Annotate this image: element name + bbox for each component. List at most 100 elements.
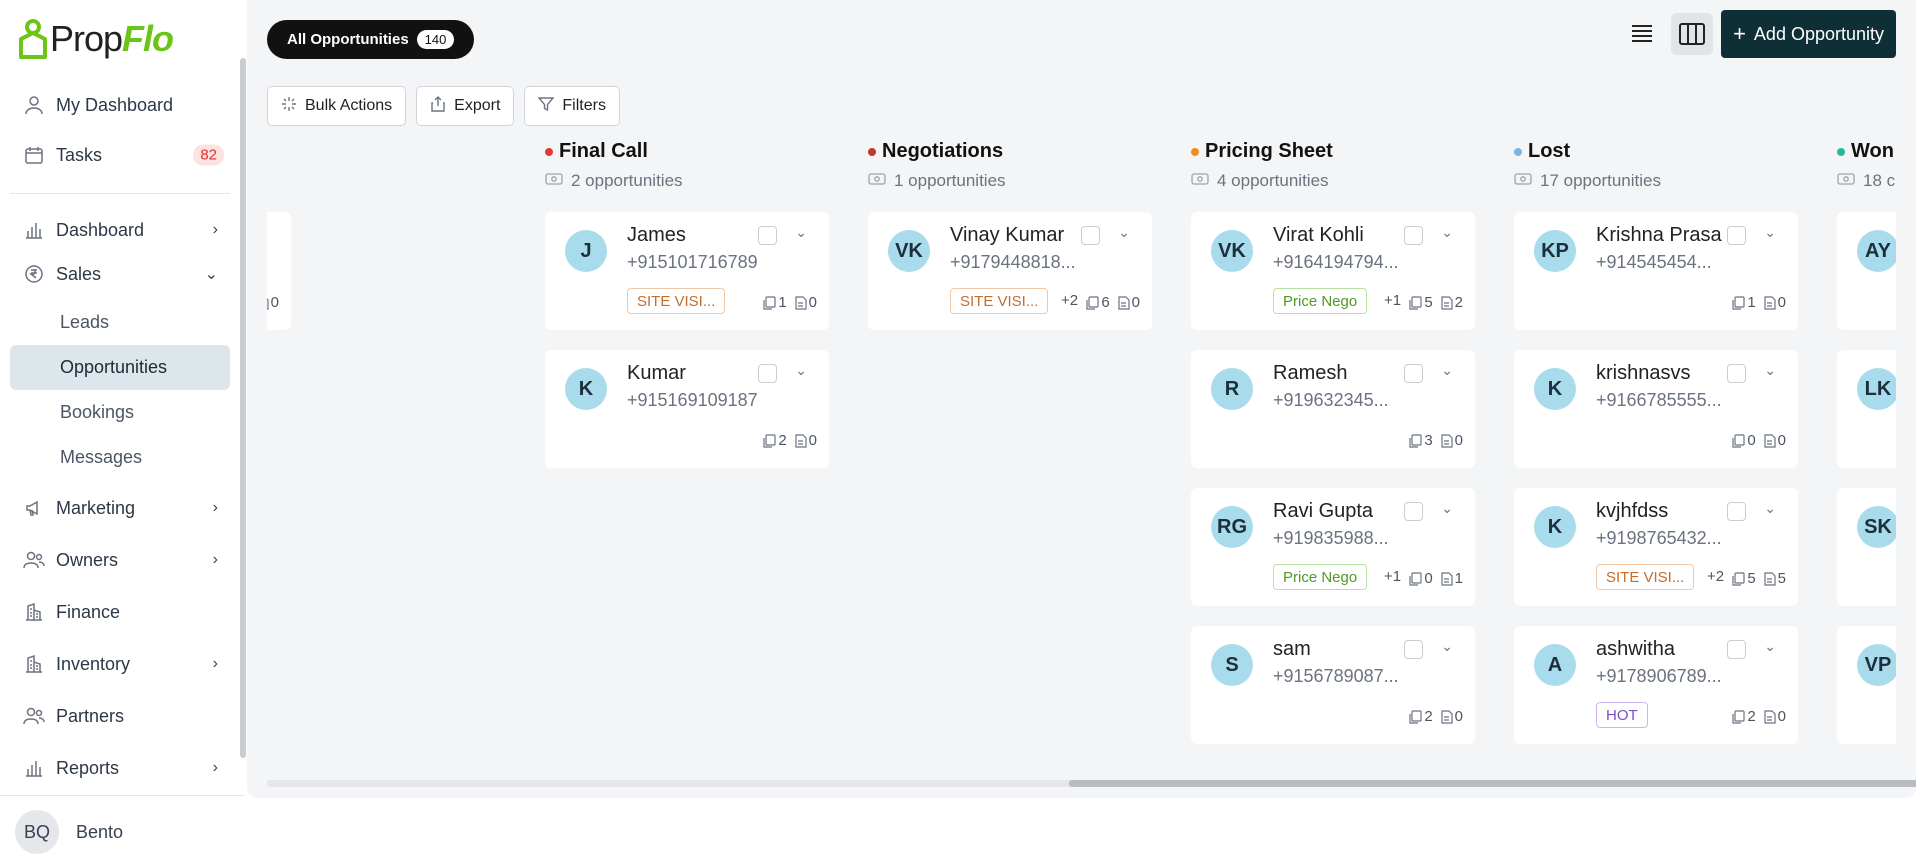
opportunity-card[interactable]: VK Virat Kohli +9164194794... ⌄ Price Nego +1… <box>1191 212 1475 330</box>
opportunity-card[interactable]: R Ramesh +919632345... ⌄ 3 0 <box>1191 350 1475 468</box>
contact-name[interactable]: ashwitha <box>1596 638 1746 661</box>
opportunity-card[interactable]: K Kumar +915169109187 ⌄ 2 0 <box>545 350 829 468</box>
sidebar-item-partners[interactable]: Partners <box>10 694 230 738</box>
sidebar-item-finance[interactable]: Finance <box>10 590 230 634</box>
filters-button[interactable]: Filters <box>524 86 620 126</box>
sidebar-item-sales[interactable]: Sales ⌄ <box>10 252 230 296</box>
contact-name[interactable]: krishnasvs <box>1596 362 1746 385</box>
opportunity-card[interactable]: VK Vinay Kumar +9179448818... ⌄ SITE VISI...… <box>868 212 1152 330</box>
sidebar-scrollbar[interactable] <box>240 58 246 758</box>
chevron-down-icon[interactable]: ⌄ <box>267 224 269 241</box>
sidebar-sub-messages[interactable]: Messages <box>10 435 230 480</box>
kanban-column: Final Call 2 opportunities J James +91510171… <box>545 130 829 468</box>
sidebar-sub-opportunities[interactable]: Opportunities <box>10 345 230 390</box>
contact-name[interactable]: Krishna Prasa <box>1596 224 1746 247</box>
export-button[interactable]: Export <box>416 86 515 126</box>
sidebar-item-inventory[interactable]: Inventory › <box>10 642 230 686</box>
card-select-checkbox[interactable] <box>1727 502 1746 521</box>
card-select-checkbox[interactable] <box>1727 364 1746 383</box>
board-horizontal-scrollbar-thumb[interactable] <box>1069 780 1916 787</box>
card-select-checkbox[interactable] <box>1404 502 1423 521</box>
status-tag: Price Nego <box>1273 288 1368 314</box>
money-icon <box>868 171 886 191</box>
opportunity-card[interactable]: J James +915101716789 ⌄ SITE VISI... 1 0 <box>545 212 829 330</box>
opportunity-card[interactable]: SK <box>1837 488 1896 606</box>
column-title-text: Pricing Sheet <box>1205 140 1333 162</box>
copies-count: 5 <box>1409 294 1433 311</box>
sidebar-item-dashboard[interactable]: Dashboard › <box>10 208 230 252</box>
card-select-checkbox[interactable] <box>758 226 777 245</box>
sidebar-item-tasks[interactable]: Tasks 82 <box>10 133 230 177</box>
contact-name[interactable]: Ravi Gupta <box>1273 500 1423 523</box>
status-dot <box>545 147 553 156</box>
columns-icon <box>1679 23 1706 45</box>
opportunity-card[interactable]: Kkrishnasvs +9166785555... ⌄ 0 0 <box>1514 350 1798 468</box>
board-view-button[interactable] <box>1671 13 1714 55</box>
user-profile[interactable]: BQ Bento <box>0 795 245 868</box>
sidebar-item-my-dashboard[interactable]: My Dashboard <box>10 83 230 127</box>
status-tag: SITE VISI... <box>950 288 1049 314</box>
column-count: 17 opportunities <box>1514 171 1798 191</box>
sidebar-item-label: Tasks <box>56 144 103 165</box>
contact-name[interactable]: Vinay Kumar <box>950 224 1100 247</box>
chevron-down-icon[interactable]: ⌄ <box>1441 500 1453 517</box>
card-select-checkbox[interactable] <box>1081 226 1100 245</box>
opportunity-card[interactable]: KP Krishna Prasa +914545454... ⌄ 1 0 <box>1514 212 1798 330</box>
chevron-down-icon[interactable]: ⌄ <box>795 224 807 241</box>
chevron-down-icon[interactable]: ⌄ <box>1764 500 1776 517</box>
chevron-down-icon[interactable]: ⌄ <box>1441 638 1453 655</box>
contact-name[interactable]: kvjhfdss <box>1596 500 1746 523</box>
filters-label: Filters <box>562 97 606 114</box>
money-icon <box>545 171 563 191</box>
sidebar-item-label: Reports <box>56 757 120 778</box>
chevron-down-icon[interactable]: ⌄ <box>1441 362 1453 379</box>
list-view-button[interactable] <box>1621 13 1663 55</box>
column-title-text: Lost <box>1528 140 1571 162</box>
opportunity-card[interactable]: VP <box>1837 626 1896 744</box>
sidebar-item-marketing[interactable]: Marketing › <box>10 486 230 530</box>
opportunity-card[interactable]: AY <box>1837 212 1896 330</box>
contact-name[interactable]: Ramesh <box>1273 362 1423 385</box>
sidebar-sub-leads[interactable]: Leads <box>10 300 230 345</box>
chevron-down-icon[interactable]: ⌄ <box>1441 224 1453 241</box>
card-select-checkbox[interactable] <box>1404 226 1423 245</box>
opportunity-card[interactable]: RG Ravi Gupta +919835988... ⌄ Price Nego +1 0 1 <box>1191 488 1475 606</box>
opportunity-card[interactable]: dal+9187209287...⌄20 <box>267 212 291 330</box>
card-select-checkbox[interactable] <box>1727 640 1746 659</box>
status-tag: SITE VISI... <box>627 288 726 314</box>
opportunity-card[interactable]: Ssam +9156789087... ⌄ 2 0 <box>1191 626 1475 744</box>
card-select-checkbox[interactable] <box>1727 226 1746 245</box>
chevron-down-icon[interactable]: ⌄ <box>795 362 807 379</box>
sidebar-item-reports[interactable]: Reports › <box>10 746 230 790</box>
avatar: VK <box>888 230 930 272</box>
avatar: R <box>1211 368 1253 410</box>
chevron-down-icon[interactable]: ⌄ <box>1764 224 1776 241</box>
add-opportunity-button[interactable]: + Add Opportunity <box>1721 10 1896 58</box>
brand-logo[interactable]: PropFlo <box>18 18 174 60</box>
opportunity-card[interactable]: Aashwitha +9178906789... ⌄ HOT 2 0 <box>1514 626 1798 744</box>
card-select-checkbox[interactable] <box>1404 364 1423 383</box>
opportunity-card[interactable]: Kkvjhfdss +9198765432... ⌄ SITE VISI... +2 5 5 <box>1514 488 1798 606</box>
chevron-down-icon[interactable]: ⌄ <box>1118 224 1130 241</box>
card-counts: 20 <box>1732 708 1786 725</box>
chevron-down-icon[interactable]: ⌄ <box>1764 362 1776 379</box>
card-select-checkbox[interactable] <box>1404 640 1423 659</box>
all-opportunities-tab[interactable]: All Opportunities 140 <box>267 20 475 59</box>
contact-name[interactable]: sam <box>1273 638 1423 661</box>
column-title: Negotiations <box>868 140 1152 163</box>
view-toolbar: + Add Opportunity <box>1621 10 1896 58</box>
documents-count: 0 <box>1764 432 1786 449</box>
status-tag: SITE VISI... <box>1596 564 1695 590</box>
contact-name[interactable]: Kumar <box>627 362 777 385</box>
sidebar-item-owners[interactable]: Owners › <box>10 538 230 582</box>
chevron-down-icon[interactable]: ⌄ <box>1764 638 1776 655</box>
card-select-checkbox[interactable] <box>758 364 777 383</box>
bulk-actions-button[interactable]: Bulk Actions <box>267 86 407 126</box>
status-tag: HOT <box>1596 702 1648 728</box>
sidebar-sub-bookings[interactable]: Bookings <box>10 390 230 435</box>
contact-name[interactable]: Virat Kohli <box>1273 224 1423 247</box>
avatar: VP <box>1857 644 1896 686</box>
opportunity-card[interactable]: LK <box>1837 350 1896 468</box>
contact-name[interactable]: James <box>627 224 777 247</box>
sidebar-item-label: My Dashboard <box>56 94 174 115</box>
